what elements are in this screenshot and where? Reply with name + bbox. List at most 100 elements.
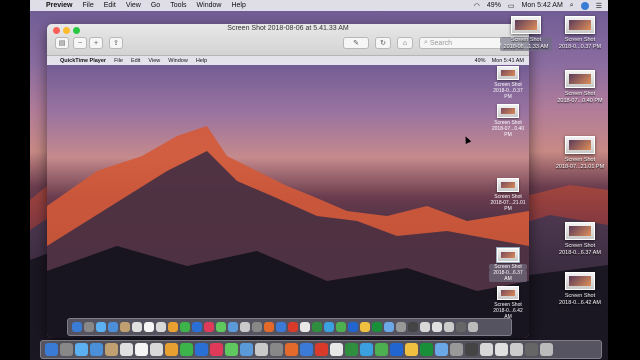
dock-app-icon[interactable] bbox=[255, 343, 268, 356]
dock-app-icon[interactable] bbox=[75, 343, 88, 356]
dock-app-icon[interactable] bbox=[135, 343, 148, 356]
dock-app-icon[interactable] bbox=[120, 322, 130, 332]
dock-app-icon[interactable] bbox=[150, 343, 163, 356]
dock-app-icon[interactable] bbox=[60, 343, 73, 356]
dock-app-icon[interactable] bbox=[144, 322, 154, 332]
clock[interactable]: Mon 5:42 AM bbox=[522, 2, 563, 9]
thumbnail-icon bbox=[511, 16, 541, 34]
zoom-out-icon[interactable]: − bbox=[73, 37, 87, 49]
dock-app-icon[interactable] bbox=[330, 343, 343, 356]
sidebar-toggle-icon[interactable]: ▤ bbox=[55, 37, 69, 49]
zoom-in-icon[interactable]: + bbox=[89, 37, 103, 49]
dock-app-icon[interactable] bbox=[240, 322, 250, 332]
dock-app-icon[interactable] bbox=[345, 343, 358, 356]
dock-app-icon[interactable] bbox=[315, 343, 328, 356]
dock-app-icon[interactable] bbox=[540, 343, 553, 356]
menu-help[interactable]: Help bbox=[231, 2, 245, 9]
dock-app-icon[interactable] bbox=[312, 322, 322, 332]
menu-tools[interactable]: Tools bbox=[170, 2, 186, 9]
dock-app-icon[interactable] bbox=[45, 343, 58, 356]
dock-app-icon[interactable] bbox=[420, 322, 430, 332]
inner-menu-window: Window bbox=[168, 57, 188, 64]
dock-app-icon[interactable] bbox=[432, 322, 442, 332]
dock-app-icon[interactable] bbox=[72, 322, 82, 332]
dock-app-icon[interactable] bbox=[168, 322, 178, 332]
dock-app-icon[interactable] bbox=[225, 343, 238, 356]
dock-app-icon[interactable] bbox=[96, 322, 106, 332]
desktop-file-icon[interactable]: Screen Shot 2018-07...21.01 PM bbox=[554, 136, 606, 171]
dock-app-icon[interactable] bbox=[456, 322, 466, 332]
menu-view[interactable]: View bbox=[126, 2, 141, 9]
dock-app-icon[interactable] bbox=[108, 322, 118, 332]
dock-app-icon[interactable] bbox=[510, 343, 523, 356]
dock-app-icon[interactable] bbox=[450, 343, 463, 356]
dock-app-icon[interactable] bbox=[360, 322, 370, 332]
search-icon[interactable]: ⌕ bbox=[570, 2, 574, 10]
dock-app-icon[interactable] bbox=[285, 343, 298, 356]
dock-app-icon[interactable] bbox=[276, 322, 286, 332]
dock-app-icon[interactable] bbox=[228, 322, 238, 332]
dock-app-icon[interactable] bbox=[360, 343, 373, 356]
dock-app-icon[interactable] bbox=[300, 343, 313, 356]
dock-app-icon[interactable] bbox=[210, 343, 223, 356]
dock-app-icon[interactable] bbox=[495, 343, 508, 356]
markup-pen-icon[interactable]: ✎ bbox=[343, 37, 369, 49]
dock-app-icon[interactable] bbox=[420, 343, 433, 356]
battery-percent[interactable]: 49% bbox=[487, 2, 501, 9]
battery-icon[interactable]: ▭ bbox=[508, 2, 515, 10]
dock-app-icon[interactable] bbox=[240, 343, 253, 356]
share-icon[interactable]: ⇪ bbox=[109, 37, 123, 49]
dock-app-icon[interactable] bbox=[204, 322, 214, 332]
wifi-icon[interactable]: ◠ bbox=[474, 2, 480, 10]
desktop-file-icon[interactable]: Screen Shot 2018-0...6.37 AM bbox=[554, 222, 606, 257]
dock-app-icon[interactable] bbox=[336, 322, 346, 332]
desktop-file-icon[interactable]: Screen Shot 2018-08...1.33 AM bbox=[500, 16, 552, 51]
dock-app-icon[interactable] bbox=[132, 322, 142, 332]
dock-app-icon[interactable] bbox=[390, 343, 403, 356]
dock-app-icon[interactable] bbox=[480, 343, 493, 356]
dock-app-icon[interactable] bbox=[444, 322, 454, 332]
dock-app-icon[interactable] bbox=[468, 322, 478, 332]
dock-app-icon[interactable] bbox=[84, 322, 94, 332]
dock-app-icon[interactable] bbox=[180, 343, 193, 356]
dock-app-icon[interactable] bbox=[270, 343, 283, 356]
dock-app-icon[interactable] bbox=[264, 322, 274, 332]
dock-app-icon[interactable] bbox=[375, 343, 388, 356]
desktop-file-icon[interactable]: Screen Shot 2018-0...6.42 AM bbox=[554, 272, 606, 307]
dock-app-icon[interactable] bbox=[165, 343, 178, 356]
dock-app-icon[interactable] bbox=[90, 343, 103, 356]
toolbox-icon[interactable]: ⌂ bbox=[397, 37, 413, 49]
dock-app-icon[interactable] bbox=[435, 343, 448, 356]
dock-app-icon[interactable] bbox=[384, 322, 394, 332]
dock-app-icon[interactable] bbox=[405, 343, 418, 356]
user-icon[interactable] bbox=[580, 1, 589, 10]
dock-app-icon[interactable] bbox=[465, 343, 478, 356]
dock-app-icon[interactable] bbox=[192, 322, 202, 332]
app-menu[interactable]: Preview bbox=[46, 2, 72, 9]
dock-app-icon[interactable] bbox=[324, 322, 334, 332]
dock-app-icon[interactable] bbox=[105, 343, 118, 356]
dock-app-icon[interactable] bbox=[252, 322, 262, 332]
menu-window[interactable]: Window bbox=[197, 2, 222, 9]
dock-app-icon[interactable] bbox=[156, 322, 166, 332]
thumbnail-icon bbox=[565, 222, 595, 240]
dock-app-icon[interactable] bbox=[525, 343, 538, 356]
menu-edit[interactable]: Edit bbox=[104, 2, 116, 9]
dock-app-icon[interactable] bbox=[195, 343, 208, 356]
dock-app-icon[interactable] bbox=[372, 322, 382, 332]
dock-app-icon[interactable] bbox=[348, 322, 358, 332]
desktop-file-icon[interactable]: Screen Shot 2018-0...0.37 PM bbox=[554, 16, 606, 51]
notifications-icon[interactable]: ☰ bbox=[596, 2, 602, 10]
dock-app-icon[interactable] bbox=[120, 343, 133, 356]
dock-app-icon[interactable] bbox=[216, 322, 226, 332]
dock-app-icon[interactable] bbox=[408, 322, 418, 332]
rotate-icon[interactable]: ↻ bbox=[375, 37, 391, 49]
dock-app-icon[interactable] bbox=[300, 322, 310, 332]
dock-app-icon[interactable] bbox=[396, 322, 406, 332]
dock-app-icon[interactable] bbox=[180, 322, 190, 332]
menu-file[interactable]: File bbox=[82, 2, 93, 9]
desktop-file-icon[interactable]: Screen Shot 2018-07...0.40 PM bbox=[554, 70, 606, 105]
file-date: 2018-0...6.37 AM bbox=[489, 270, 527, 282]
dock-app-icon[interactable] bbox=[288, 322, 298, 332]
menu-go[interactable]: Go bbox=[151, 2, 160, 9]
